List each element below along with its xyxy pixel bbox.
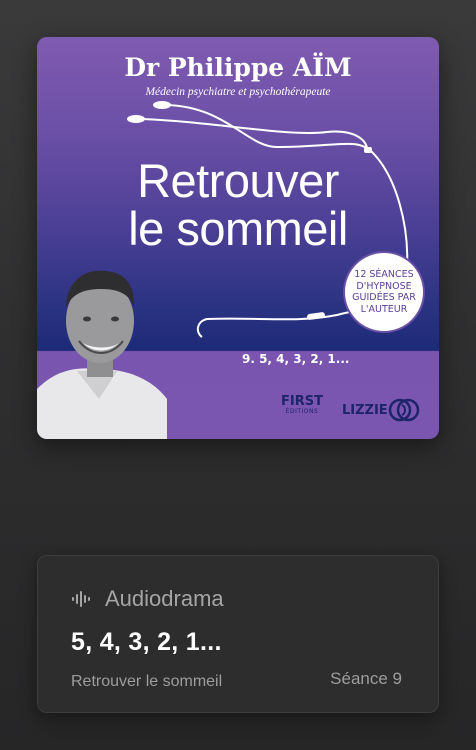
podcast-cover-art: Dr Philippe AÏM Médecin psychiatre et ps…: [37, 37, 439, 439]
cover-author: Dr Philippe AÏM: [124, 53, 352, 82]
first-editions-logo: FIRST ÉDITIONS: [281, 395, 323, 415]
badge-line: D'HYPNOSE: [356, 280, 412, 292]
first-logo-subtext: ÉDITIONS: [285, 408, 319, 415]
first-logo-text: FIRST: [281, 394, 323, 409]
cover-title: Retrouver le sommeil: [37, 157, 439, 253]
badge-line: GUIDÉES PAR: [352, 292, 416, 303]
lizzie-logo-text: LIZZIE: [342, 402, 388, 418]
lizzie-circles-icon: [388, 398, 419, 422]
cover-title-line1: Retrouver: [137, 154, 339, 207]
content-type-label: Audiodrama: [105, 586, 224, 611]
content-type-row: Audiodrama: [71, 586, 224, 612]
badge-line: 12 SÉANCES: [354, 269, 414, 280]
badge-line: L'AUTEUR: [360, 303, 408, 315]
cover-subtitle: Médecin psychiatre et psychothérapeute: [145, 86, 331, 98]
show-name[interactable]: Retrouver le sommeil: [71, 673, 222, 691]
waveform-icon: [72, 591, 90, 607]
now-playing-card[interactable]: Audiodrama 5, 4, 3, 2, 1... Retrouver le…: [37, 555, 439, 713]
episode-number: Séance 9: [330, 669, 402, 688]
episode-title: 5, 4, 3, 2, 1...: [71, 628, 222, 656]
lizzie-logo: LIZZIE: [342, 395, 422, 425]
cover-title-line2: le sommeil: [128, 202, 348, 255]
cover-badge: 12 SÉANCES D'HYPNOSE GUIDÉES PAR L'AUTEU…: [343, 251, 425, 333]
cover-episode-line: 9. 5, 4, 3, 2, 1...: [242, 352, 350, 366]
author-portrait: [37, 270, 167, 439]
